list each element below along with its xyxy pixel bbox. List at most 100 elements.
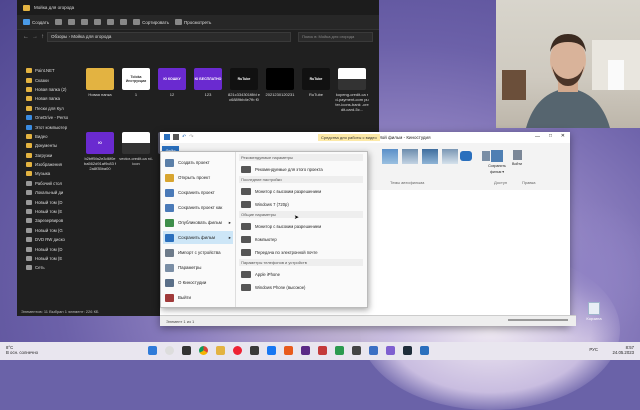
view-button[interactable]: Просмотреть: [175, 19, 211, 25]
sidebar-item[interactable]: Новый том (D: [17, 244, 79, 253]
theme-thumb[interactable]: [382, 149, 398, 164]
maximize-icon[interactable]: □: [549, 133, 552, 139]
redo-icon[interactable]: ↷: [189, 134, 193, 140]
share-icon[interactable]: [107, 19, 115, 25]
delete-icon[interactable]: [120, 19, 128, 25]
file-item[interactable]: Юb2bff5fa2e3d6f0e ba562d91af9c83 f2a8f35…: [83, 132, 117, 171]
start-icon[interactable]: [148, 346, 157, 355]
sidebar-item[interactable]: Новый том (G: [17, 226, 79, 235]
submenu-item[interactable]: Apple iPhone: [241, 268, 361, 280]
recycle-bin[interactable]: Корзина: [584, 302, 604, 321]
context-tab[interactable]: Средства для работы с видео: [318, 134, 380, 141]
submenu-item[interactable]: Рекомендуемые для этого проекта: [241, 163, 361, 175]
sort-button[interactable]: Сортировать: [133, 19, 169, 25]
sidebar-item[interactable]: Локальный ди: [17, 188, 79, 197]
sidebar-item[interactable]: Новый том (E: [17, 207, 79, 216]
weather-widget[interactable]: 8°C В осн. солнечно: [6, 345, 38, 355]
app-icon[interactable]: [403, 346, 412, 355]
storyboard-area[interactable]: [365, 190, 570, 314]
submenu-item[interactable]: Компьютер: [241, 233, 361, 245]
sidebar-item[interactable]: Изображения: [17, 160, 79, 169]
app-icon[interactable]: [301, 346, 310, 355]
language-indicator[interactable]: РУС: [589, 347, 598, 352]
zoom-slider[interactable]: [508, 319, 568, 321]
theme-thumb[interactable]: [422, 149, 438, 164]
sidebar-item[interactable]: Документы: [17, 141, 79, 150]
signin-button[interactable]: Войти: [510, 150, 524, 176]
explorer-icon[interactable]: [216, 346, 225, 355]
app-icon[interactable]: [284, 346, 293, 355]
create-button[interactable]: Создать: [23, 19, 49, 25]
copy-icon[interactable]: [68, 19, 76, 25]
sidebar-item[interactable]: Новый том (E: [17, 254, 79, 263]
cut-icon[interactable]: [55, 19, 63, 25]
sidebar-item[interactable]: Новая папка: [17, 94, 79, 103]
menu-item[interactable]: Выйти: [163, 291, 233, 304]
undo-icon[interactable]: ↶: [182, 134, 186, 140]
sidebar-item[interactable]: DVD RW диско: [17, 235, 79, 244]
file-item[interactable]: 2021230120231: [263, 68, 297, 97]
app-icon[interactable]: [386, 346, 395, 355]
save-movie-button[interactable]: Сохранить фильм ▾: [486, 150, 508, 176]
sidebar-item[interactable]: Сеть: [17, 263, 79, 272]
forward-icon[interactable]: →: [32, 34, 38, 40]
theme-thumb[interactable]: [442, 149, 458, 164]
menu-item[interactable]: Сохранить проект: [163, 186, 233, 199]
app-icon[interactable]: [250, 346, 259, 355]
file-item[interactable]: kopeng-credit-ca rd-payment-com puter-ic…: [335, 68, 369, 112]
app-icon[interactable]: [335, 346, 344, 355]
file-item[interactable]: Ю БЕСПЛАТНО 123: [191, 68, 225, 97]
taskview-icon[interactable]: [182, 346, 191, 355]
theme-thumb[interactable]: [402, 149, 418, 164]
sidebar-item[interactable]: Этот компьютер: [17, 122, 79, 131]
minimize-icon[interactable]: —: [535, 134, 540, 140]
submenu-item[interactable]: Передача по электронной почте: [241, 246, 361, 258]
sidebar-item[interactable]: Рабочий стол: [17, 179, 79, 188]
back-icon[interactable]: ←: [23, 34, 29, 40]
app-icon[interactable]: [352, 346, 361, 355]
submenu-item[interactable]: Монитор с высоким разрешением: [241, 185, 361, 197]
app-icon[interactable]: [318, 346, 327, 355]
sidebar-item[interactable]: Paint.NET: [17, 66, 79, 75]
sidebar-item[interactable]: Пески для Кул: [17, 104, 79, 113]
submenu-item[interactable]: Монитор с высоким разрешением: [241, 220, 361, 232]
save-icon[interactable]: [173, 134, 179, 140]
up-icon[interactable]: ↑: [41, 34, 44, 40]
movie-maker-taskbar-icon[interactable]: [420, 346, 429, 355]
sidebar-item[interactable]: Загрузки: [17, 151, 79, 160]
studio-titlebar[interactable]: Средства для работы с видео Мой фильм - …: [160, 132, 570, 143]
clock[interactable]: 8:57 24.05.2023: [612, 345, 634, 355]
paste-icon[interactable]: [81, 19, 89, 25]
file-item[interactable]: Новая папка: [83, 68, 117, 97]
search-icon[interactable]: [165, 346, 174, 355]
explorer-titlebar[interactable]: Мойка для огорода: [17, 0, 379, 15]
search-input[interactable]: Поиск в: Мойка для огорода: [298, 31, 373, 42]
menu-item[interactable]: Создать проект: [163, 156, 233, 169]
app-icon[interactable]: [267, 346, 276, 355]
sidebar-item[interactable]: Зарезервиров: [17, 216, 79, 225]
sidebar-item[interactable]: Видео: [17, 132, 79, 141]
rename-icon[interactable]: [94, 19, 102, 25]
breadcrumb[interactable]: Обзоры › Мойка для огорода: [47, 31, 291, 42]
file-item[interactable]: Toloka Инструкции 1: [119, 68, 153, 97]
close-icon[interactable]: ✕: [561, 133, 565, 139]
sidebar-item[interactable]: Новая папка (2): [17, 85, 79, 94]
chrome-icon[interactable]: [199, 346, 208, 355]
file-item[interactable]: RuTube RuTube: [299, 68, 333, 97]
yandex-icon[interactable]: [233, 346, 242, 355]
sidebar-item[interactable]: OneDrive - Perso: [17, 113, 79, 122]
menu-item[interactable]: Опубликовать фильм ▸: [163, 216, 233, 229]
submenu-item[interactable]: Windows 7 (720p): [241, 198, 361, 210]
sidebar-item[interactable]: Новый том (D: [17, 197, 79, 206]
menu-item[interactable]: Открыть проект: [163, 171, 233, 184]
menu-item[interactable]: Сохранить проект как: [163, 201, 233, 214]
sidebar-item[interactable]: Сказки: [17, 75, 79, 84]
menu-item[interactable]: О Киностудии: [163, 276, 233, 289]
sidebar-item[interactable]: Музыка: [17, 169, 79, 178]
menu-item[interactable]: Импорт с устройства: [163, 246, 233, 259]
file-item[interactable]: vector-credit-ca rd-icon: [119, 132, 153, 166]
menu-item[interactable]: Сохранить фильм ▸: [163, 231, 233, 244]
file-item[interactable]: Ю КОШКУ 12: [155, 68, 189, 97]
menu-item[interactable]: Параметры: [163, 261, 233, 274]
submenu-item[interactable]: Windows Phone (высокое): [241, 281, 361, 293]
